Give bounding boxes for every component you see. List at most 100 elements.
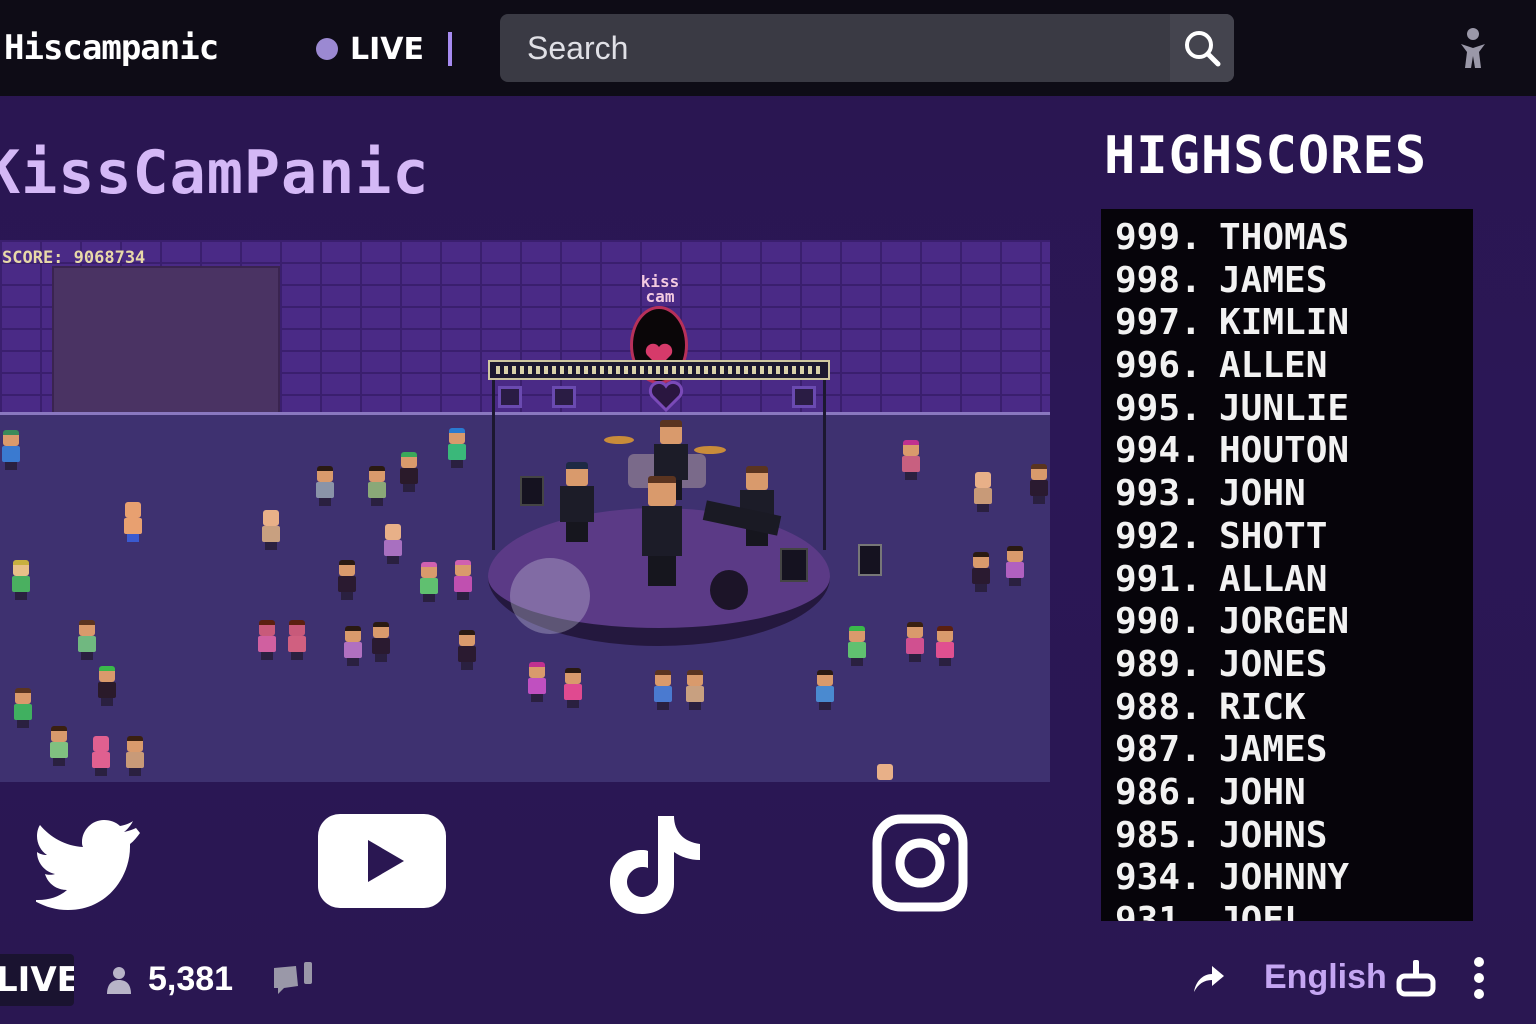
highscore-row: 990. JORGEN: [1115, 601, 1473, 644]
crowd-member: [96, 666, 118, 706]
crowd-member: [900, 440, 922, 480]
highscore-row: 985. JOHNS: [1115, 815, 1473, 858]
highscore-name: ALLEN: [1219, 345, 1328, 387]
crowd-member: [76, 620, 98, 660]
highscore-row: 988. RICK: [1115, 687, 1473, 730]
stream-info-bar: LIVE 5,381 English: [0, 940, 1536, 1024]
stage-light: [498, 386, 522, 408]
crowd-member: [684, 670, 706, 710]
viewer-count: 5,381: [148, 960, 234, 998]
highscore-row: 931. JOEL: [1115, 900, 1473, 921]
language-selector[interactable]: English: [1264, 958, 1387, 997]
crowd-member: [452, 560, 474, 600]
highscores-title: HIGHSCORES: [1104, 126, 1428, 186]
crowd-member: [652, 670, 674, 710]
highscores-list: 999. THOMAS 998. JAMES 997. KIMLIN 996. ALLEN 99…: [1101, 209, 1473, 921]
highscore-rank: 931.: [1115, 900, 1202, 921]
band-guitarist: [556, 462, 596, 542]
live-indicator[interactable]: LIVE: [316, 30, 452, 68]
crowd-member: [286, 620, 308, 660]
highscore-row: 998. JAMES: [1115, 260, 1473, 303]
highscore-name: JOHNS: [1219, 814, 1328, 856]
highscore-name: HOUTON: [1219, 430, 1350, 472]
highscore-name: SHOTT: [1219, 515, 1328, 557]
highscore-rank: 992.: [1115, 515, 1202, 557]
truss-pole: [823, 380, 826, 550]
crowd-member: [874, 764, 896, 782]
stage-heart-icon: [648, 380, 684, 413]
share-icon[interactable]: [1190, 962, 1226, 996]
crowd-member: [370, 622, 392, 662]
game-score: SCORE: 9068734: [2, 248, 146, 268]
highscore-name: JOHNNY: [1219, 857, 1350, 899]
highscore-rank: 999.: [1115, 217, 1202, 258]
chat-icon[interactable]: [272, 960, 316, 996]
highscore-rank: 996.: [1115, 345, 1202, 387]
stream-player[interactable]: SCORE: 9068734 kiss cam: [0, 240, 1050, 782]
highscore-name: JAMES: [1219, 259, 1328, 301]
highscore-row: 996. ALLEN: [1115, 345, 1473, 388]
highscore-row: 989. JONES: [1115, 644, 1473, 687]
speaker: [710, 570, 748, 610]
site-logo[interactable]: Hiscampanic: [4, 28, 219, 68]
stage-truss: [488, 360, 830, 380]
highscore-rank: 997.: [1115, 302, 1202, 344]
crowd-member: [526, 662, 548, 702]
crowd-member: [256, 620, 278, 660]
highscore-name: RICK: [1219, 686, 1306, 728]
crowd-member: [970, 552, 992, 592]
highscore-name: KIMLIN: [1219, 302, 1350, 344]
user-icon[interactable]: [1455, 26, 1491, 70]
youtube-icon[interactable]: [318, 814, 446, 908]
divider: [448, 32, 452, 66]
highscore-row: 992. SHOTT: [1115, 516, 1473, 559]
crowd-member: [10, 560, 32, 600]
crowd-member: [446, 428, 468, 468]
more-options-icon[interactable]: [1472, 956, 1486, 1000]
controller-icon[interactable]: [1396, 958, 1436, 998]
crowd-member: [934, 626, 956, 666]
crowd-member: [1028, 464, 1050, 504]
top-bar: Hiscampanic LIVE: [0, 0, 1536, 96]
highscore-name: ALLAN: [1219, 558, 1328, 600]
crowd-member: [124, 736, 146, 776]
viewer-icon: [107, 967, 131, 994]
channel-title: KissCamPanic: [0, 138, 430, 208]
crowd-member: [846, 626, 868, 666]
crowd-member: [562, 668, 584, 708]
crowd-member: [972, 472, 994, 512]
crowd-member: [398, 452, 420, 492]
crowd-member: [904, 622, 926, 662]
amp: [780, 548, 808, 582]
highscore-row: 934. JOHNNY: [1115, 857, 1473, 900]
stage-light: [552, 386, 576, 408]
twitter-icon[interactable]: [36, 814, 140, 910]
highscore-name: JOHN: [1219, 473, 1306, 515]
highscore-name: THOMAS: [1219, 217, 1350, 258]
crowd-member: [1004, 546, 1026, 586]
crowd-member: [814, 670, 836, 710]
highscore-rank: 989.: [1115, 643, 1202, 685]
kiss-cam-label: kiss cam: [640, 272, 680, 306]
game-curtain: [52, 266, 280, 430]
search-bar: [500, 14, 1234, 82]
stage-sign: [858, 544, 882, 576]
crowd-member: [366, 466, 388, 506]
crowd-member: [48, 726, 70, 766]
highscore-name: JONES: [1219, 643, 1328, 685]
search-button[interactable]: [1170, 14, 1234, 82]
crowd-member: [418, 562, 440, 602]
truss-pole: [492, 380, 495, 550]
search-input[interactable]: [500, 14, 1168, 82]
highscore-rank: 986.: [1115, 771, 1202, 813]
highscore-name: JOHN: [1219, 771, 1306, 813]
crowd-member: [0, 430, 22, 470]
crowd-member: [342, 626, 364, 666]
cymbal: [694, 446, 726, 454]
instagram-icon[interactable]: [872, 814, 968, 912]
spotlight: [510, 558, 590, 634]
crowd-member: [90, 736, 112, 776]
band-singer: [638, 476, 686, 586]
crowd-member: [382, 524, 404, 564]
tiktok-icon[interactable]: [608, 814, 702, 916]
